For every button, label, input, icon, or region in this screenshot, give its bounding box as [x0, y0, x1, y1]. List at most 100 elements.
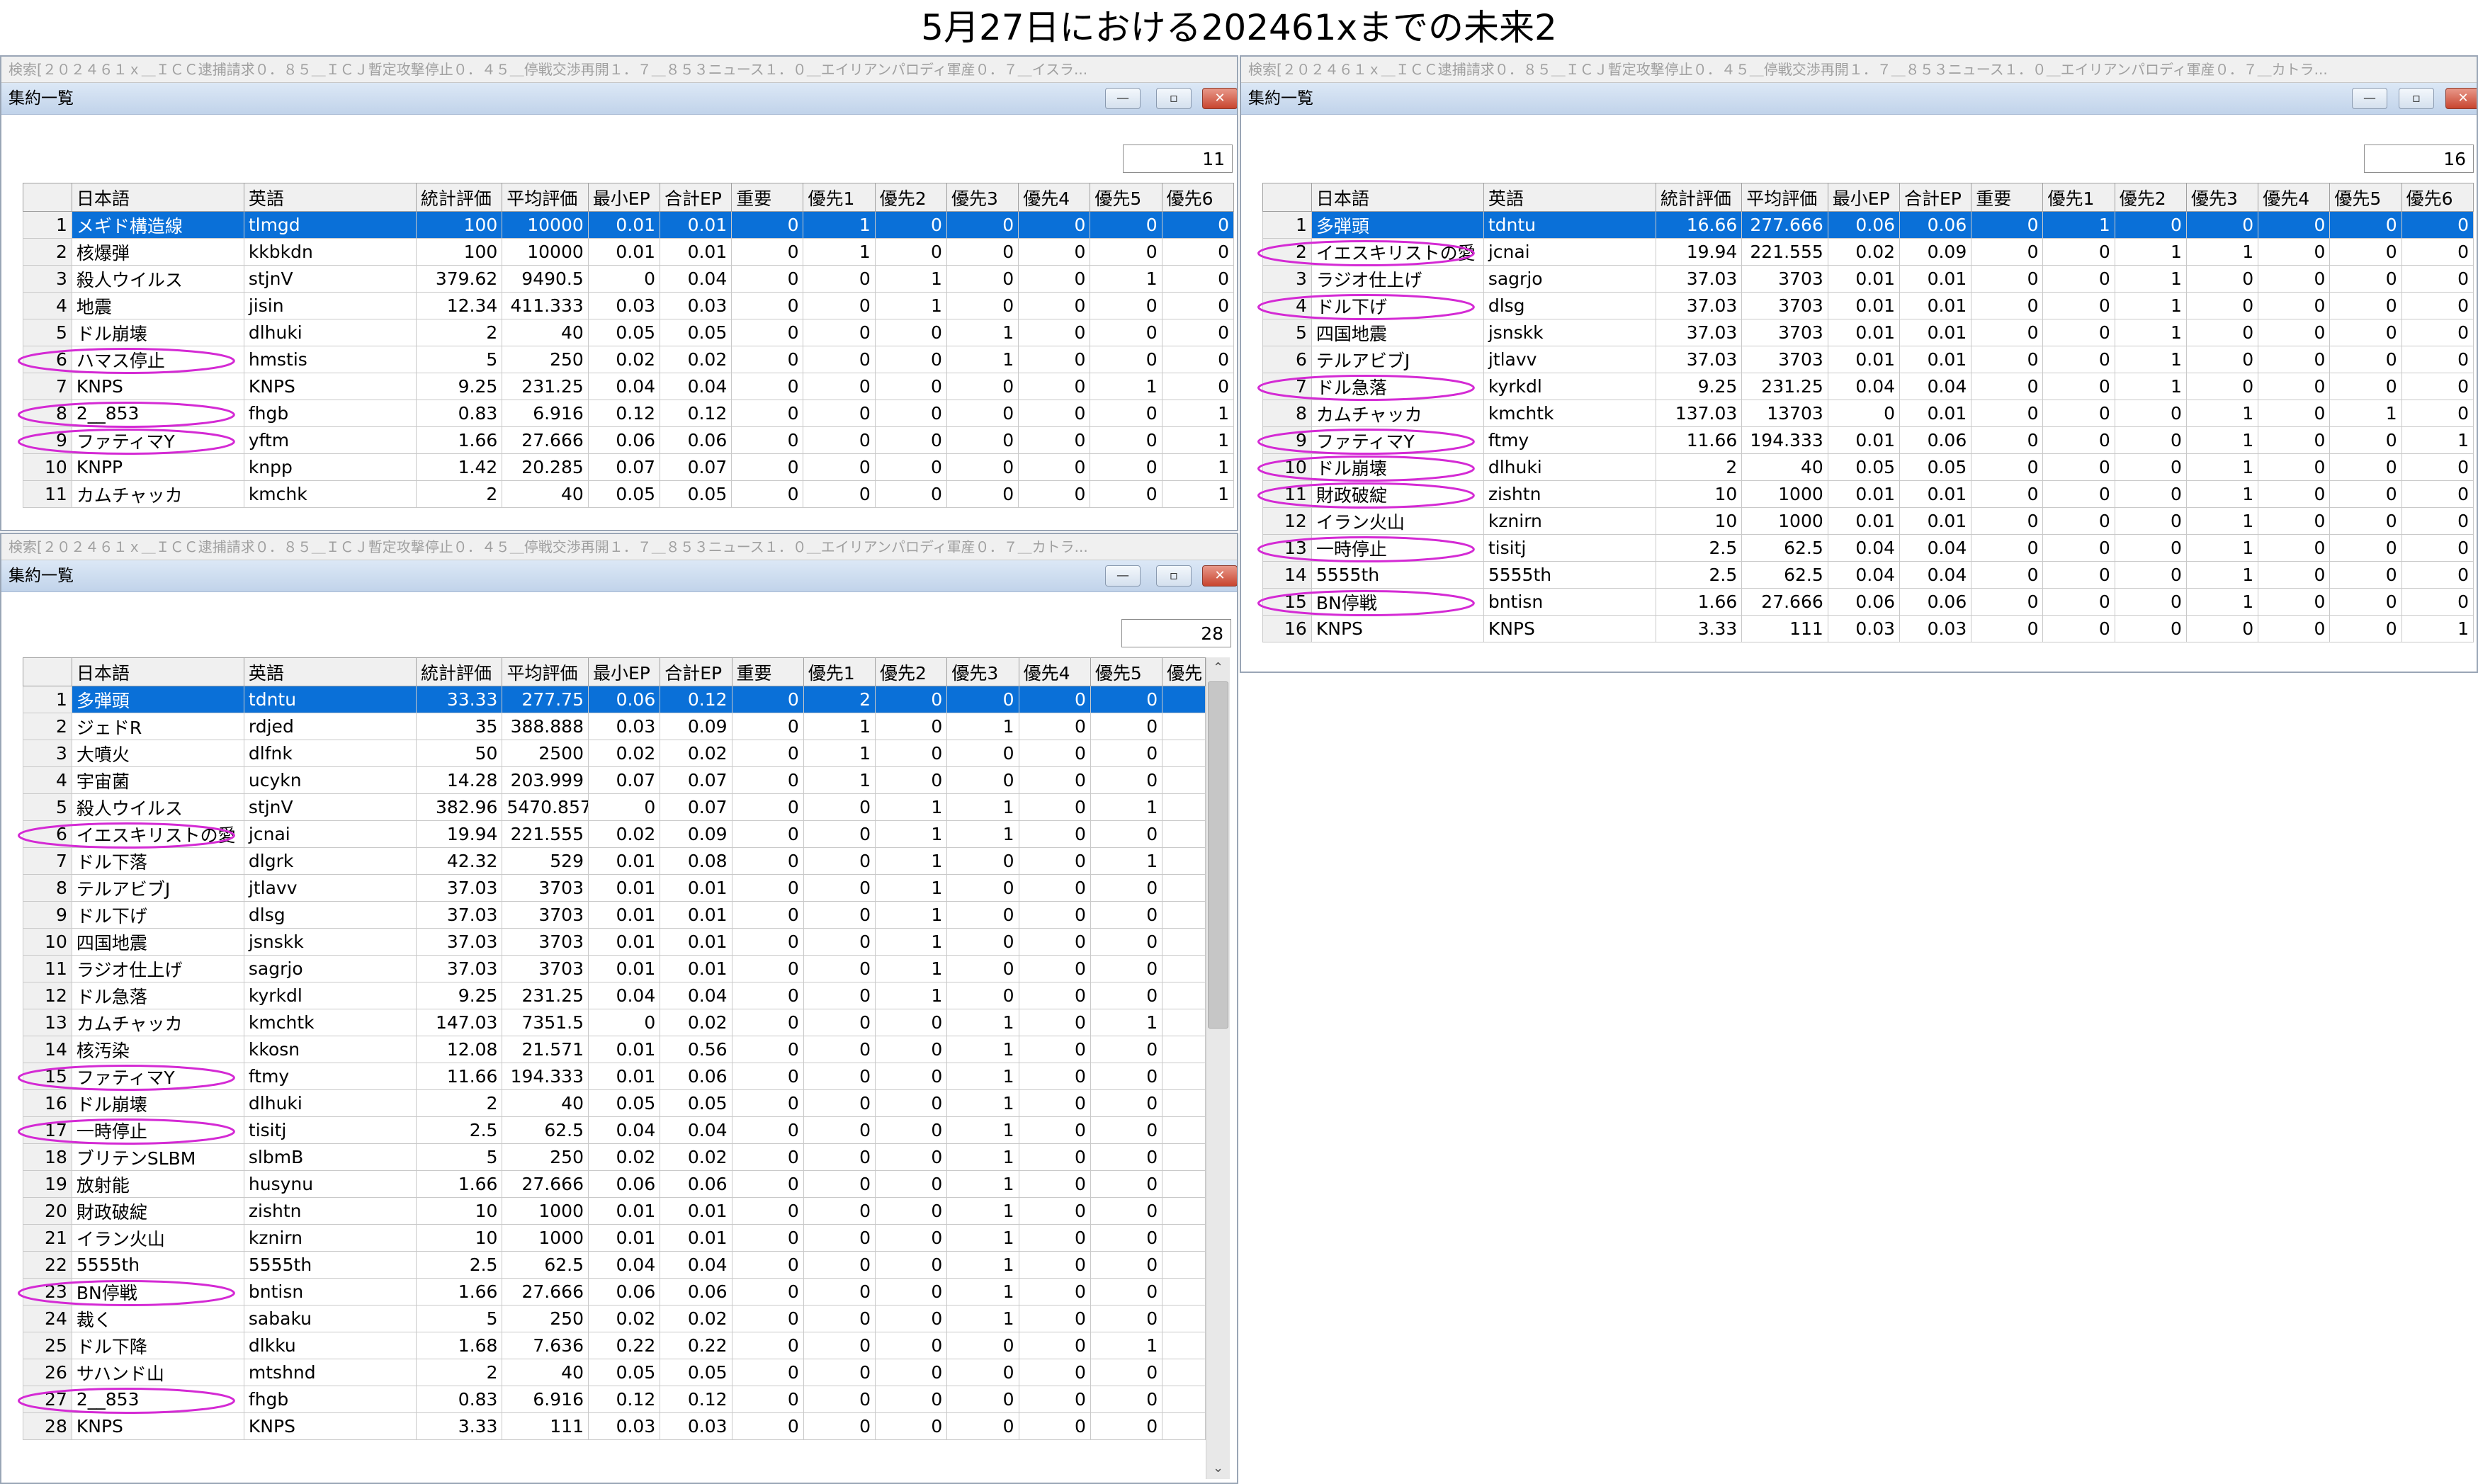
column-header-p4[interactable]: 優先4: [1018, 183, 1091, 212]
table-row[interactable]: 7 KNPS KNPS 9.25 231.25 0.04 0.04 0 0 0 0 0 1 0: [23, 373, 1235, 400]
minimize-button[interactable]: —: [1105, 565, 1141, 587]
table-row[interactable]: 4 ドル下げ dlsg 37.03 3703 0.01 0.01 0 0 1 0 0 0 0: [1262, 292, 2474, 319]
column-header-avg[interactable]: 平均評価: [502, 657, 589, 686]
minimize-button[interactable]: —: [1105, 88, 1141, 109]
table-row[interactable]: 24 裁く sabaku 5 250 0.02 0.02 0 0 0 1 0 0: [23, 1305, 1206, 1332]
column-header-imp[interactable]: 重要: [1971, 183, 2044, 212]
column-header-p4[interactable]: 優先4: [1018, 657, 1091, 686]
column-header-p2[interactable]: 優先2: [875, 657, 948, 686]
column-header-ja[interactable]: 日本語: [1311, 183, 1484, 212]
table-row[interactable]: 9 ドル下げ dlsg 37.03 3703 0.01 0.01 0 0 1 0 0 0: [23, 901, 1206, 929]
table-row[interactable]: 8 2__853 fhgb 0.83 6.916 0.12 0.12 0 0 0 0 0 0 1: [23, 400, 1235, 427]
table-row[interactable]: 10 ドル崩壊 dlhuki 2 40 0.05 0.05 0 0 0 1 0 0 0: [1262, 453, 2474, 481]
table-row[interactable]: 17 一時停止 tisitj 2.5 62.5 0.04 0.04 0 0 0 1 0 0: [23, 1116, 1206, 1144]
table-row[interactable]: 14 5555th 5555th 2.5 62.5 0.04 0.04 0 0 0 1 0 0 0: [1262, 561, 2474, 589]
column-header-p6[interactable]: 優先6: [1161, 183, 1235, 212]
maximize-button[interactable]: ▫: [1156, 88, 1192, 109]
table-row[interactable]: 18 ブリテンSLBM slbmB 5 250 0.02 0.02 0 0 0 1 0 0: [23, 1143, 1206, 1171]
table-row[interactable]: 3 殺人ウイルス stjnV 379.62 9490.5 0 0.04 0 0 1 0 0 1 0: [23, 265, 1235, 293]
column-header-p1[interactable]: 優先1: [803, 657, 876, 686]
table-row[interactable]: 22 5555th 5555th 2.5 62.5 0.04 0.04 0 0 0 1 0 0: [23, 1251, 1206, 1279]
table-row[interactable]: 5 ドル崩壊 dlhuki 2 40 0.05 0.05 0 0 0 1 0 0 0: [23, 319, 1235, 346]
table-row[interactable]: 26 サハンド山 mtshnd 2 40 0.05 0.05 0 0 0 0 0 0: [23, 1359, 1206, 1386]
column-header-p6[interactable]: 優先: [1162, 657, 1206, 686]
scroll-up-icon[interactable]: ⌃: [1206, 657, 1230, 679]
column-header-avg[interactable]: 平均評価: [1741, 183, 1828, 212]
table-row[interactable]: 28 KNPS KNPS 3.33 111 0.03 0.03 0 0 0 0 0 0: [23, 1412, 1206, 1440]
column-header-p4[interactable]: 優先4: [2258, 183, 2331, 212]
column-header-p1[interactable]: 優先1: [803, 183, 876, 212]
table-row[interactable]: 10 四国地震 jsnskk 37.03 3703 0.01 0.01 0 0 1 0 0 0: [23, 928, 1206, 956]
column-header-p3[interactable]: 優先3: [946, 657, 1019, 686]
table-row[interactable]: 9 ファティマY ftmy 11.66 194.333 0.01 0.06 0 0 0 1 0 0 1: [1262, 426, 2474, 454]
table-row[interactable]: 4 宇宙菌 ucykn 14.28 203.999 0.07 0.07 0 1 0 0 0 0: [23, 766, 1206, 794]
table-row[interactable]: 11 ラジオ仕上げ sagrjo 37.03 3703 0.01 0.01 0 0 1 0 0 0: [23, 955, 1206, 982]
table-row[interactable]: 15 BN停戦 bntisn 1.66 27.666 0.06 0.06 0 0 0 1 0 0 0: [1262, 588, 2474, 616]
table-row[interactable]: 1 メギド構造線 tlmgd 100 10000 0.01 0.01 0 1 0 0 0 0 0: [23, 211, 1235, 239]
column-header-ja[interactable]: 日本語: [71, 183, 244, 212]
table-row[interactable]: 2 ジェドR rdjed 35 388.888 0.03 0.09 0 1 0 1 0 0: [23, 713, 1206, 740]
column-header-p3[interactable]: 優先3: [946, 183, 1019, 212]
scroll-down-icon[interactable]: ⌄: [1206, 1458, 1230, 1479]
column-header-p3[interactable]: 優先3: [2185, 183, 2259, 212]
table-row[interactable]: 6 テルアビブJ jtlavv 37.03 3703 0.01 0.01 0 0 1 0 0 0 0: [1262, 346, 2474, 373]
record-count-field[interactable]: 16: [2364, 145, 2474, 173]
table-row[interactable]: 25 ドル下降 dlkku 1.68 7.636 0.22 0.22 0 0 0 0 0 1: [23, 1332, 1206, 1359]
table-row[interactable]: 16 ドル崩壊 dlhuki 2 40 0.05 0.05 0 0 0 1 0 0: [23, 1089, 1206, 1117]
table-row[interactable]: 8 テルアビブJ jtlavv 37.03 3703 0.01 0.01 0 0 1 0 0 0: [23, 874, 1206, 902]
table-row[interactable]: 2 イエスキリストの愛 jcnai 19.94 221.555 0.02 0.09 0 0 1 1 0…: [1262, 238, 2474, 266]
column-header-stat[interactable]: 統計評価: [1655, 183, 1743, 212]
column-header-en[interactable]: 英語: [243, 657, 417, 686]
table-row[interactable]: 12 ドル急落 kyrkdl 9.25 231.25 0.04 0.04 0 0 1 0 0 0: [23, 982, 1206, 1009]
table-row[interactable]: 5 四国地震 jsnskk 37.03 3703 0.01 0.01 0 0 1 0 0 0 0: [1262, 319, 2474, 346]
table-row[interactable]: 10 KNPP knpp 1.42 20.285 0.07 0.07 0 0 0 0 0 0 1: [23, 453, 1235, 481]
table-row[interactable]: 21 イラン火山 kznirn 10 1000 0.01 0.01 0 0 0 1 0 0: [23, 1224, 1206, 1252]
column-header-avg[interactable]: 平均評価: [502, 183, 589, 212]
table-row[interactable]: 16 KNPS KNPS 3.33 111 0.03 0.03 0 0 0 0 0 0 1: [1262, 615, 2474, 642]
column-header-p2[interactable]: 優先2: [874, 183, 947, 212]
table-row[interactable]: 19 放射能 husynu 1.66 27.666 0.06 0.06 0 0 0 1 0 0: [23, 1170, 1206, 1198]
table-row[interactable]: 23 BN停戦 bntisn 1.66 27.666 0.06 0.06 0 0 0 1 0 0: [23, 1278, 1206, 1305]
table-row[interactable]: 11 財政破綻 zishtn 10 1000 0.01 0.01 0 0 0 1 0 0 0: [1262, 480, 2474, 508]
table-row[interactable]: 1 多弾頭 tdntu 33.33 277.75 0.06 0.12 0 2 0 0 0 0: [23, 686, 1206, 713]
column-header-p5[interactable]: 優先5: [2329, 183, 2402, 212]
column-header-min[interactable]: 最小EP: [1827, 183, 1901, 212]
minimize-button[interactable]: —: [2352, 88, 2387, 109]
record-count-field[interactable]: 28: [1121, 619, 1231, 647]
table-row[interactable]: 14 核汚染 kkosn 12.08 21.571 0.01 0.56 0 0 0 1 0 0: [23, 1036, 1206, 1063]
column-header-stat[interactable]: 統計評価: [415, 183, 503, 212]
column-header-p1[interactable]: 優先1: [2042, 183, 2115, 212]
vertical-scrollbar[interactable]: ⌃ ⌄: [1206, 657, 1230, 1479]
table-row[interactable]: 7 ドル下落 dlgrk 42.32 529 0.01 0.08 0 0 1 0 0 1: [23, 847, 1206, 875]
table-row[interactable]: 15 ファティマY ftmy 11.66 194.333 0.01 0.06 0 0 0 1 0 0: [23, 1063, 1206, 1090]
scrollbar-thumb[interactable]: [1208, 681, 1228, 1029]
table-row[interactable]: 3 大噴火 dlfnk 50 2500 0.02 0.02 0 1 0 0 0 0: [23, 740, 1206, 767]
table-row[interactable]: 5 殺人ウイルス stjnV 382.96 5470.857 0 0.07 0 0 1 1 0 1: [23, 793, 1206, 821]
column-header-en[interactable]: 英語: [1483, 183, 1656, 212]
column-header-sum[interactable]: 合計EP: [660, 657, 732, 686]
column-header-ja[interactable]: 日本語: [71, 657, 244, 686]
column-header-sum[interactable]: 合計EP: [1899, 183, 1972, 212]
table-row[interactable]: 7 ドル急落 kyrkdl 9.25 231.25 0.04 0.04 0 0 1 0 0 0 0: [1262, 373, 2474, 400]
table-row[interactable]: 1 多弾頭 tdntu 16.66 277.666 0.06 0.06 0 1 0 0 0 0 0: [1262, 211, 2474, 239]
column-header-p2[interactable]: 優先2: [2114, 183, 2187, 212]
column-header-en[interactable]: 英語: [243, 183, 417, 212]
close-button[interactable]: ✕: [1202, 88, 1237, 109]
table-row[interactable]: 2 核爆弾 kkbkdn 100 10000 0.01 0.01 0 1 0 0 0 0 0: [23, 238, 1235, 266]
close-button[interactable]: ✕: [2445, 88, 2477, 109]
maximize-button[interactable]: ▫: [2399, 88, 2434, 109]
table-row[interactable]: 6 イエスキリストの愛 jcnai 19.94 221.555 0.02 0.09 0 0 1 1 0…: [23, 820, 1206, 848]
table-row[interactable]: 6 ハマス停止 hmstis 5 250 0.02 0.02 0 0 0 1 0 0 0: [23, 346, 1235, 373]
column-header-p5[interactable]: 優先5: [1090, 183, 1162, 212]
column-header-stat[interactable]: 統計評価: [415, 657, 503, 686]
maximize-button[interactable]: ▫: [1156, 565, 1192, 587]
table-row[interactable]: 27 2__853 fhgb 0.83 6.916 0.12 0.12 0 0 0 0 0 0: [23, 1386, 1206, 1413]
column-header-sum[interactable]: 合計EP: [660, 183, 732, 212]
column-header-imp[interactable]: 重要: [731, 657, 804, 686]
table-row[interactable]: 13 カムチャッカ kmchtk 147.03 7351.5 0 0.02 0 0 0 1 0 1: [23, 1009, 1206, 1036]
table-row[interactable]: 3 ラジオ仕上げ sagrjo 37.03 3703 0.01 0.01 0 0 1 0 0 0 0: [1262, 265, 2474, 293]
table-row[interactable]: 8 カムチャッカ kmchtk 137.03 13703 0 0.01 0 0 0 1 0 1 0: [1262, 400, 2474, 427]
column-header-imp[interactable]: 重要: [731, 183, 804, 212]
table-row[interactable]: 9 ファティマY yftm 1.66 27.666 0.06 0.06 0 0 0 0 0 0 1: [23, 426, 1235, 454]
table-row[interactable]: 13 一時停止 tisitj 2.5 62.5 0.04 0.04 0 0 0 1 0 0 0: [1262, 534, 2474, 562]
